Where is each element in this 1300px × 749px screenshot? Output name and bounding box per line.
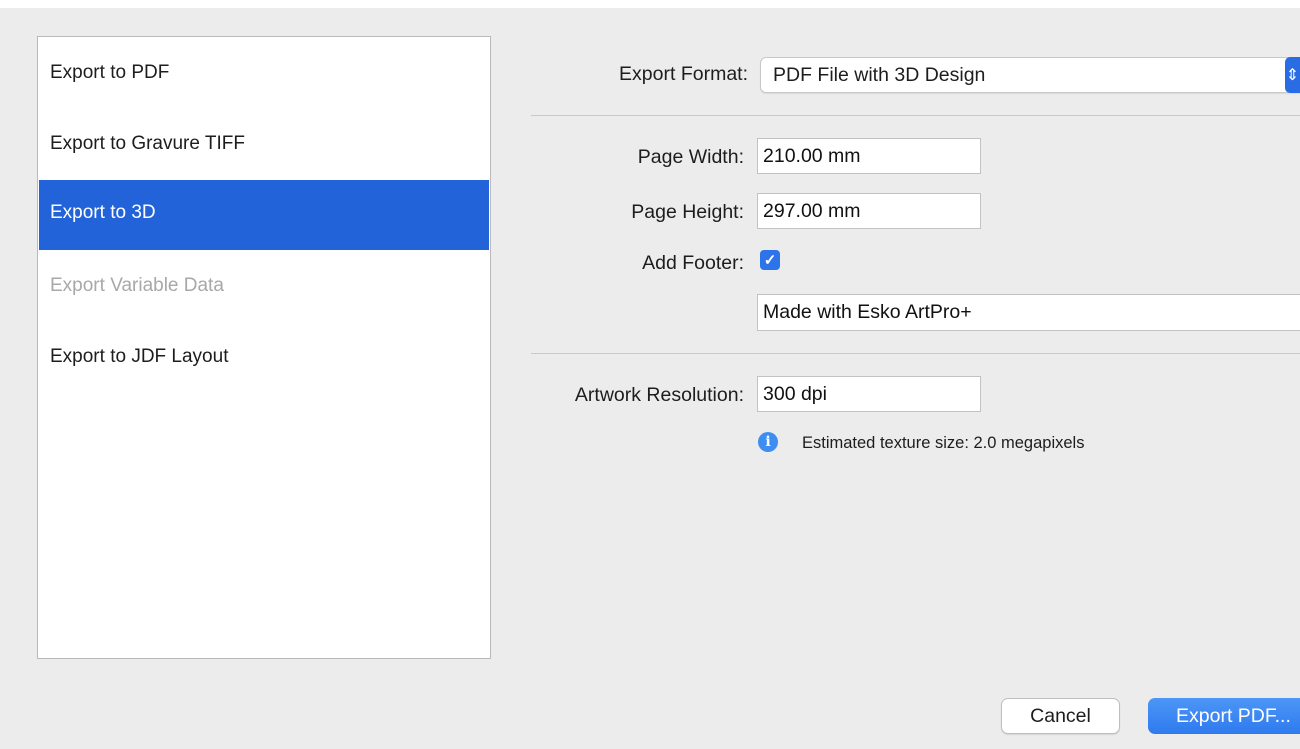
cancel-button-label: Cancel xyxy=(1030,704,1091,727)
artwork-resolution-field[interactable]: 300 dpi xyxy=(757,376,981,412)
export-type-list[interactable]: Export to PDF Export to Gravure TIFF Exp… xyxy=(37,36,491,659)
page-height-field[interactable]: 297.00 mm xyxy=(757,193,981,229)
list-item-label: Export to 3D xyxy=(50,201,156,223)
footer-text-value: Made with Esko ArtPro+ xyxy=(763,301,972,323)
footer-text-field[interactable]: Made with Esko ArtPro+ xyxy=(757,294,1300,331)
list-item-export-to-3d[interactable]: Export to 3D xyxy=(39,180,489,250)
list-item-export-to-jdf-layout[interactable]: Export to JDF Layout xyxy=(39,324,489,394)
divider xyxy=(531,115,1300,116)
page-height-label: Page Height: xyxy=(631,201,744,223)
page-height-value: 297.00 mm xyxy=(763,199,861,222)
divider xyxy=(531,353,1300,354)
list-item-export-variable-data: Export Variable Data xyxy=(39,253,489,323)
list-item-label: Export Variable Data xyxy=(50,274,224,296)
export-format-select[interactable]: PDF File with 3D Design xyxy=(760,57,1300,93)
page-width-value: 210.00 mm xyxy=(763,144,861,167)
list-item-export-to-gravure-tiff[interactable]: Export to Gravure TIFF xyxy=(39,111,489,181)
chevron-updown-icon[interactable]: ⇕ xyxy=(1285,57,1300,93)
cancel-button[interactable]: Cancel xyxy=(1001,698,1120,734)
export-format-value: PDF File with 3D Design xyxy=(773,63,986,86)
page-width-field[interactable]: 210.00 mm xyxy=(757,138,981,174)
export-format-label: Export Format: xyxy=(619,63,748,85)
window-top-edge xyxy=(0,0,1300,8)
artwork-resolution-label: Artwork Resolution: xyxy=(574,384,744,406)
page-width-label: Page Width: xyxy=(637,146,744,168)
export-pdf-button[interactable]: Export PDF... xyxy=(1148,698,1300,734)
add-footer-label: Add Footer: xyxy=(642,252,744,274)
list-item-label: Export to Gravure TIFF xyxy=(50,132,245,154)
info-icon: i xyxy=(758,432,778,452)
export-pdf-button-label: Export PDF... xyxy=(1176,704,1291,727)
list-item-export-to-pdf[interactable]: Export to PDF xyxy=(39,40,489,110)
list-item-label: Export to PDF xyxy=(50,61,170,83)
checkmark-icon: ✓ xyxy=(763,252,777,269)
list-item-label: Export to JDF Layout xyxy=(50,345,229,367)
add-footer-checkbox[interactable]: ✓ xyxy=(760,250,780,270)
texture-size-info: Estimated texture size: 2.0 megapixels xyxy=(802,434,1085,452)
artwork-resolution-value: 300 dpi xyxy=(763,382,827,405)
